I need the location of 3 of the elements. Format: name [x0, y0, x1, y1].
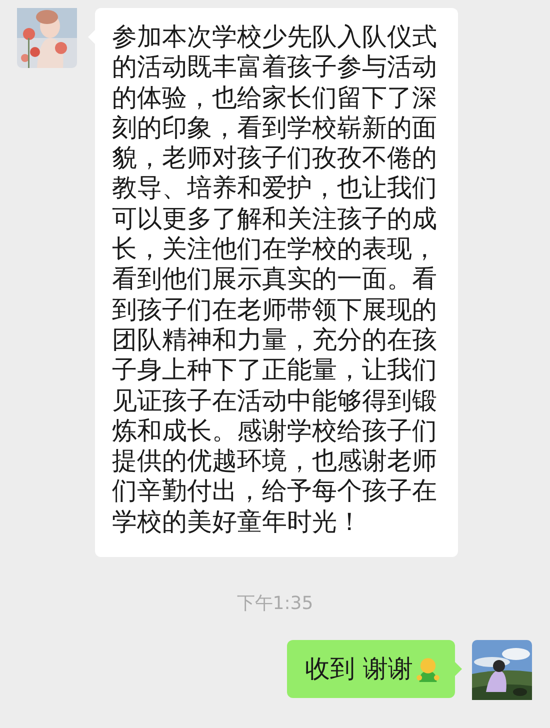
message-text: 参加本次学校少先队入队仪式的活动既丰富着孩子参与活动的体验，也给家长们留下了深刻的印象，看到学校崭新的面貌，老师对孩子们孜孜不倦的教导、培养和爱护，也让我们可以更多了解和关注孩子的成长，关注他们在学校的表现，看到他们展示真实的一面。看到孩子们在老师带领下展现的团队精神和力量，充分的在孩子身上种下了正能量，让我们见证孩子在活动中能够得到锻炼和成长。感谢学校给孩子们提供的优越环境，也感谢老师们辛勤付出，给予每个孩子在学校的美好童年时光！ [112, 22, 437, 538]
timestamp: 下午1:35 [236, 592, 314, 616]
message-text: 收到 谢谢 [305, 653, 413, 686]
